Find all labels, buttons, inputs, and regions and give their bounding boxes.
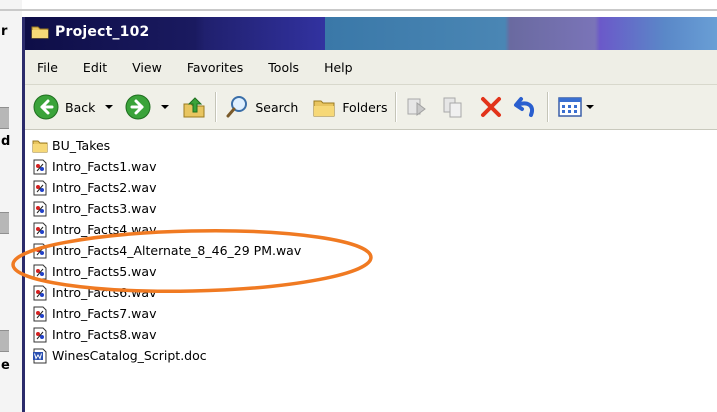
undo-button[interactable]	[513, 95, 539, 119]
up-folder-icon	[183, 97, 205, 118]
list-item[interactable]: Intro_Facts3.wav	[25, 198, 717, 219]
list-item[interactable]: Intro_Facts1.wav	[25, 156, 717, 177]
back-label: Back	[65, 99, 96, 115]
back-button[interactable]: Back	[33, 94, 114, 120]
search-label: Search	[255, 99, 299, 115]
menu-view[interactable]: View	[132, 60, 162, 75]
file-name: Intro_Facts7.wav	[52, 306, 157, 321]
edge-bar	[0, 330, 9, 352]
search-button[interactable]: Search	[225, 95, 298, 119]
toolbar-separator	[395, 92, 398, 122]
menu-favorites[interactable]: Favorites	[187, 60, 243, 75]
file-name: Intro_Facts8.wav	[52, 327, 157, 342]
list-item[interactable]: Intro_Facts5.wav	[25, 261, 717, 282]
toolbar-separator	[215, 92, 218, 122]
copy-to-icon	[443, 97, 462, 118]
file-name: Intro_Facts1.wav	[52, 159, 157, 174]
list-item[interactable]: Intro_Facts7.wav	[25, 303, 717, 324]
edge-text-fragment: e	[1, 358, 10, 373]
search-icon	[226, 96, 248, 118]
move-to-button[interactable]	[405, 95, 431, 119]
undo-icon	[514, 97, 535, 117]
folders-button[interactable]: Folders	[312, 96, 387, 118]
title-bar[interactable]: Project_102	[25, 17, 717, 50]
list-item[interactable]: Intro_Facts4.wav	[25, 219, 717, 240]
edge-text-fragment: r	[1, 24, 8, 39]
file-name: Intro_Facts4_Alternate_8_46_29 PM.wav	[52, 243, 302, 258]
window-title: Project_102	[55, 24, 150, 40]
file-name: Intro_Facts6.wav	[52, 285, 157, 300]
wav-file-icon	[33, 243, 47, 258]
list-item[interactable]: Intro_Facts4_Alternate_8_46_29 PM.wav	[25, 240, 717, 261]
file-list: BU_Takes Intro_Facts1.wav Intro_Facts2.w…	[25, 130, 717, 366]
list-item[interactable]: WinesCatalog_Script.doc	[25, 345, 717, 366]
toolbar-separator	[547, 92, 550, 122]
menu-bar: File Edit View Favorites Tools Help	[25, 50, 717, 85]
forward-button[interactable]	[125, 94, 170, 120]
views-button[interactable]	[557, 95, 595, 119]
edge-bar	[0, 107, 9, 129]
wav-file-icon	[33, 306, 47, 321]
folders-label: Folders	[342, 99, 388, 115]
menu-edit[interactable]: Edit	[83, 60, 107, 75]
copy-to-button[interactable]	[441, 95, 467, 119]
edge-text-fragment: d	[1, 134, 11, 149]
wav-file-icon	[33, 285, 47, 300]
explorer-window: Project_102 File Edit View Favorites Too…	[22, 17, 717, 412]
wav-file-icon	[33, 201, 47, 216]
background-divider	[0, 9, 717, 11]
forward-dropdown-icon[interactable]	[161, 105, 170, 109]
file-name: Intro_Facts4.wav	[52, 222, 157, 237]
file-name: Intro_Facts2.wav	[52, 180, 157, 195]
delete-button[interactable]	[479, 95, 503, 119]
menu-help[interactable]: Help	[324, 60, 353, 75]
back-arrow-icon	[33, 94, 59, 120]
list-item[interactable]: Intro_Facts6.wav	[25, 282, 717, 303]
folders-icon	[313, 100, 335, 117]
file-name: Intro_Facts3.wav	[52, 201, 157, 216]
wav-file-icon	[33, 159, 47, 174]
toolbar: Back Search Folders	[25, 85, 717, 130]
list-item[interactable]: Intro_Facts8.wav	[25, 324, 717, 345]
menu-file[interactable]: File	[37, 60, 58, 75]
forward-arrow-icon	[125, 94, 151, 120]
wav-file-icon	[33, 222, 47, 237]
wav-file-icon	[33, 327, 47, 342]
wav-file-icon	[33, 180, 47, 195]
file-name: WinesCatalog_Script.doc	[52, 348, 207, 363]
file-name: Intro_Facts5.wav	[52, 264, 157, 279]
file-name: BU_Takes	[52, 138, 111, 153]
views-dropdown-icon[interactable]	[586, 105, 595, 109]
delete-x-icon	[481, 97, 502, 117]
menu-tools[interactable]: Tools	[268, 60, 299, 75]
wav-file-icon	[33, 264, 47, 279]
folder-icon	[32, 140, 48, 152]
views-icon	[558, 97, 583, 117]
up-folder-button[interactable]	[181, 94, 207, 120]
list-item[interactable]: Intro_Facts2.wav	[25, 177, 717, 198]
edge-bar	[0, 212, 9, 234]
move-to-icon	[407, 98, 427, 116]
back-dropdown-icon[interactable]	[105, 105, 114, 109]
list-item-bu-takes[interactable]: BU_Takes	[25, 135, 717, 156]
folder-icon	[31, 26, 49, 39]
word-doc-icon	[33, 348, 47, 363]
